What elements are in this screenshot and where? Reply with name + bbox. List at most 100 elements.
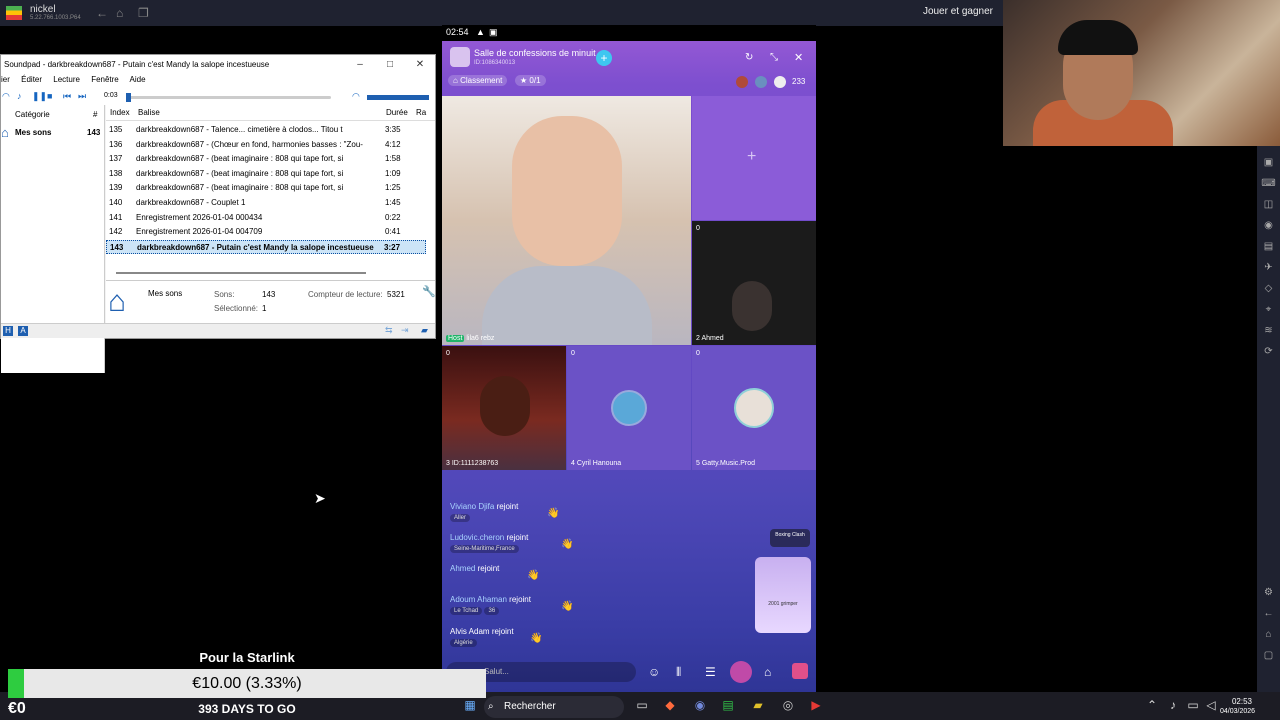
room-avatar[interactable] bbox=[450, 47, 470, 67]
list-item[interactable]: 135 darkbreakdown687 - Talence... cimetiè… bbox=[106, 123, 426, 138]
wrench-icon[interactable]: 🔧 bbox=[422, 285, 436, 298]
emoji-icon[interactable]: ☺ bbox=[648, 665, 660, 679]
discord-icon[interactable]: ◉ bbox=[692, 697, 708, 713]
horizontal-scrollbar[interactable] bbox=[116, 272, 366, 274]
headphones-volume-icon[interactable]: ◠ bbox=[352, 91, 362, 101]
back-icon[interactable]: ← bbox=[96, 6, 108, 20]
gift-icon[interactable] bbox=[792, 663, 808, 679]
close-icon[interactable]: ✕ bbox=[794, 51, 803, 64]
headphones-icon[interactable]: ◠ bbox=[2, 91, 12, 101]
close-icon[interactable]: ✕ bbox=[405, 55, 435, 75]
location-icon[interactable]: ⌖ bbox=[1257, 299, 1280, 320]
brave-icon[interactable]: ◆ bbox=[662, 697, 678, 713]
list-item[interactable]: 142 Enregistrement 2026-01-04 004709 0:41 bbox=[106, 225, 426, 240]
forward-icon[interactable]: ⇥ bbox=[401, 325, 409, 336]
category-item[interactable]: Mes sons bbox=[15, 128, 51, 137]
share-icon[interactable]: ↻ bbox=[745, 52, 753, 63]
list-item[interactable]: 140 darkbreakdown687 - Couplet 1 1:45 bbox=[106, 196, 426, 211]
menu-edit[interactable]: Éditer bbox=[21, 75, 42, 84]
airplane-icon[interactable]: ✈ bbox=[1257, 257, 1280, 278]
volume-icon[interactable]: ◁ bbox=[1203, 697, 1219, 713]
gear-icon[interactable]: ⚙ bbox=[1257, 582, 1280, 603]
guest-avatar-tile[interactable]: 0 5 Gatty.Music.Prod bbox=[692, 346, 816, 470]
emulator-icon[interactable]: ▰ bbox=[750, 697, 766, 713]
seek-slider[interactable] bbox=[126, 93, 331, 102]
chat-user[interactable]: Alvis Adam bbox=[450, 627, 490, 636]
list-item[interactable]: 136 darkbreakdown687 - (Chœur en fond, ha… bbox=[106, 138, 426, 153]
boxing-game-icon[interactable] bbox=[730, 661, 752, 683]
microphone-icon[interactable]: ♪ bbox=[1165, 697, 1181, 713]
audio-icon[interactable]: ⦀ bbox=[676, 665, 681, 680]
follow-button[interactable]: + bbox=[596, 50, 612, 66]
list-item-selected[interactable]: 143 darkbreakdown687 - Putain c'est Mandy… bbox=[106, 239, 426, 255]
promo-card[interactable]: 2001 grimper bbox=[755, 557, 811, 633]
taskbar-search[interactable]: ⌕ Rechercher bbox=[484, 696, 624, 718]
font-icon[interactable]: A bbox=[18, 326, 28, 336]
guest-video-tile[interactable]: 0 3 ID:1111238763 bbox=[442, 346, 566, 470]
widgets-icon[interactable]: ▦ bbox=[462, 697, 478, 713]
keyboard-icon[interactable]: ⌨ bbox=[1257, 173, 1280, 194]
boxing-clash-button[interactable]: Boxing Clash bbox=[770, 529, 810, 547]
chat-user[interactable]: Ludovic.cheron bbox=[450, 533, 504, 542]
menu-help[interactable]: Aide bbox=[130, 75, 146, 84]
list-item[interactable]: 139 darkbreakdown687 - (beat imaginaire :… bbox=[106, 181, 426, 196]
repeat-icon[interactable]: ⇆ bbox=[385, 325, 393, 336]
menu-icon[interactable]: ☰ bbox=[705, 665, 716, 679]
wave-icon[interactable]: 👋 bbox=[561, 601, 573, 612]
layers-icon[interactable]: ≋ bbox=[1257, 320, 1280, 341]
menu-playback[interactable]: Lecture bbox=[53, 75, 80, 84]
seek-handle[interactable] bbox=[126, 93, 131, 102]
obs-icon[interactable]: ◎ bbox=[780, 697, 796, 713]
volume-slider[interactable] bbox=[367, 95, 429, 100]
wave-icon[interactable]: 👋 bbox=[561, 539, 573, 550]
chevron-up-icon[interactable]: ⌃ bbox=[1144, 697, 1160, 713]
taskbar-date[interactable]: 04/03/2026 bbox=[1220, 708, 1255, 715]
chat-user[interactable]: Adoum Ahaman bbox=[450, 595, 507, 604]
list-item[interactable]: 141 Enregistrement 2026-01-04 000434 0:22 bbox=[106, 211, 426, 226]
gift-box-icon[interactable]: ⌂ bbox=[764, 665, 771, 679]
guest-video-tile[interactable]: 0 2 Ahmed bbox=[692, 221, 816, 345]
spreadsheet-icon[interactable]: ▤ bbox=[720, 697, 736, 713]
minimize-icon[interactable]: ⤡ bbox=[770, 52, 778, 63]
taskbar-clock[interactable]: 02:53 bbox=[1220, 697, 1252, 706]
minimize-icon[interactable]: – bbox=[345, 55, 375, 75]
list-item[interactable]: 137 darkbreakdown687 - (beat imaginaire :… bbox=[106, 152, 426, 167]
stars-button[interactable]: ★ 0/1 bbox=[515, 75, 546, 86]
col-duration[interactable]: Durée bbox=[386, 105, 408, 121]
empty-seat-tile[interactable]: + bbox=[692, 96, 816, 220]
task-view-icon[interactable]: ▭ bbox=[634, 697, 650, 713]
ranking-button[interactable]: ⌂ Classement bbox=[448, 75, 508, 86]
stop-icon[interactable]: ■ bbox=[47, 91, 57, 101]
microphone-icon[interactable]: ♪ bbox=[17, 91, 27, 101]
list-item[interactable]: 138 darkbreakdown687 - (beat imaginaire :… bbox=[106, 167, 426, 182]
chat-icon[interactable]: ▰ bbox=[421, 325, 428, 336]
network-icon[interactable]: ▭ bbox=[1185, 697, 1201, 713]
back-icon[interactable]: ← bbox=[1257, 603, 1280, 624]
col-rating[interactable]: Ra bbox=[416, 105, 426, 121]
viewer-avatar[interactable] bbox=[736, 76, 748, 88]
pause-icon[interactable]: ❚❚ bbox=[32, 91, 47, 101]
eraser-icon[interactable]: ◇ bbox=[1257, 278, 1280, 299]
youtube-icon[interactable]: ▶ bbox=[808, 697, 824, 713]
home-icon[interactable]: ⌂ bbox=[1257, 624, 1280, 645]
folder-icon[interactable]: ▤ bbox=[1257, 236, 1280, 257]
col-tag[interactable]: Balise bbox=[138, 105, 160, 121]
viewer-count[interactable]: 233 bbox=[792, 77, 805, 86]
menu-window[interactable]: Fenêtre bbox=[91, 75, 119, 84]
toolbar-icon[interactable]: ▣ bbox=[1257, 152, 1280, 173]
record-icon[interactable]: ◉ bbox=[1257, 215, 1280, 236]
previous-icon[interactable]: ⏮ bbox=[63, 91, 73, 101]
play-and-win-button[interactable]: Jouer et gagner bbox=[923, 6, 993, 17]
home-icon[interactable]: ⌂ bbox=[116, 6, 123, 20]
maximize-icon[interactable]: □ bbox=[375, 55, 405, 75]
screenshot-icon[interactable]: ◫ bbox=[1257, 194, 1280, 215]
multiwindow-icon[interactable]: ❐ bbox=[138, 6, 149, 20]
wave-icon[interactable]: 👋 bbox=[527, 570, 539, 581]
refresh-icon[interactable]: ⟳ bbox=[1257, 341, 1280, 362]
menu-file[interactable]: ier bbox=[1, 75, 10, 84]
recent-apps-icon[interactable]: ▢ bbox=[1257, 645, 1280, 666]
hotkey-icon[interactable]: H bbox=[3, 326, 13, 336]
next-icon[interactable]: ⏭ bbox=[78, 91, 88, 101]
viewer-avatar[interactable] bbox=[755, 76, 767, 88]
guest-avatar-tile[interactable]: 0 4 Cyril Hanouna bbox=[567, 346, 691, 470]
